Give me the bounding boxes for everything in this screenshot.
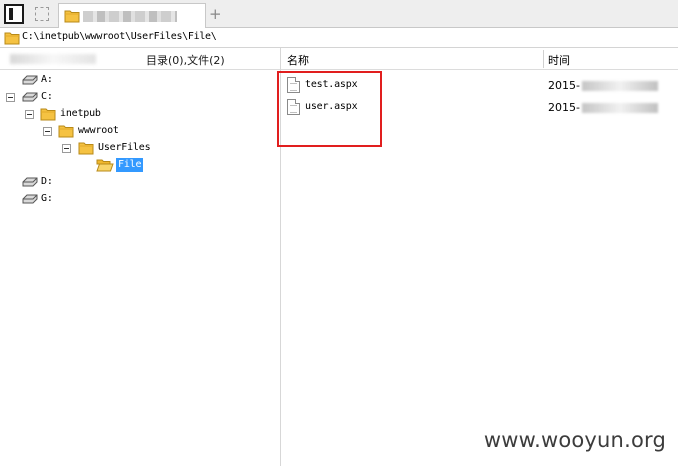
tree-item-label: UserFiles bbox=[98, 142, 151, 153]
drive-icon bbox=[22, 177, 38, 187]
file-time: 2015- bbox=[548, 79, 580, 92]
tree-item-drive-c[interactable]: C: bbox=[0, 90, 120, 106]
tree-item-label: inetpub bbox=[60, 108, 101, 119]
tree-item-label: C: bbox=[41, 91, 53, 102]
folder-icon bbox=[78, 142, 94, 155]
tree-item-file[interactable]: File bbox=[0, 158, 180, 174]
folder-icon bbox=[4, 32, 20, 45]
tree-header: 目录(0),文件(2) bbox=[0, 48, 280, 70]
tree-item-drive-d[interactable]: D: bbox=[0, 175, 120, 191]
open-folder-icon bbox=[96, 159, 114, 172]
column-header-name[interactable]: 名称 bbox=[287, 52, 309, 68]
directory-tree-panel: 目录(0),文件(2) A: C: inetpub wwwroot UserFi… bbox=[0, 48, 281, 466]
drive-icon bbox=[22, 75, 38, 85]
collapse-icon[interactable] bbox=[25, 110, 34, 119]
file-time: 2015- bbox=[548, 101, 580, 114]
tree-item-inetpub[interactable]: inetpub bbox=[0, 107, 140, 123]
collapse-icon[interactable] bbox=[43, 127, 52, 136]
redacted-text bbox=[582, 103, 658, 113]
tree-item-label: File bbox=[116, 158, 144, 172]
tab-bar: + bbox=[0, 0, 678, 28]
drive-icon bbox=[22, 194, 38, 204]
address-bar[interactable]: C:\inetpub\wwwroot\UserFiles\File\ bbox=[0, 28, 678, 48]
watermark: www.wooyun.org bbox=[483, 428, 666, 452]
file-list-header: 名称 时间 bbox=[281, 48, 678, 70]
tab-title bbox=[83, 11, 177, 22]
tree-item-label: G: bbox=[41, 193, 53, 204]
collapse-icon[interactable] bbox=[62, 144, 71, 153]
redacted-text bbox=[10, 54, 96, 64]
tree-item-wwwroot[interactable]: wwwroot bbox=[0, 124, 160, 140]
tree-item-drive-a[interactable]: A: bbox=[0, 73, 120, 89]
redacted-text bbox=[582, 81, 658, 91]
drive-icon bbox=[22, 92, 38, 102]
add-tab-button[interactable]: + bbox=[209, 5, 222, 23]
tab-active[interactable] bbox=[58, 3, 206, 28]
directory-summary: 目录(0),文件(2) bbox=[146, 54, 225, 67]
panel-toggle-icon[interactable] bbox=[4, 4, 24, 24]
address-path[interactable]: C:\inetpub\wwwroot\UserFiles\File\ bbox=[22, 31, 217, 42]
new-tab-icon[interactable] bbox=[32, 4, 52, 24]
folder-icon bbox=[58, 125, 74, 138]
tree-item-label: A: bbox=[41, 74, 53, 85]
folder-icon bbox=[64, 10, 80, 23]
column-header-time[interactable]: 时间 bbox=[548, 52, 570, 68]
highlight-annotation bbox=[277, 71, 382, 147]
folder-icon bbox=[40, 108, 56, 121]
collapse-icon[interactable] bbox=[6, 93, 15, 102]
tree-item-label: D: bbox=[41, 176, 53, 187]
column-divider[interactable] bbox=[543, 50, 544, 68]
tree-item-drive-g[interactable]: G: bbox=[0, 192, 120, 208]
tree-item-label: wwwroot bbox=[78, 125, 119, 136]
tree-item-userfiles[interactable]: UserFiles bbox=[0, 141, 180, 157]
